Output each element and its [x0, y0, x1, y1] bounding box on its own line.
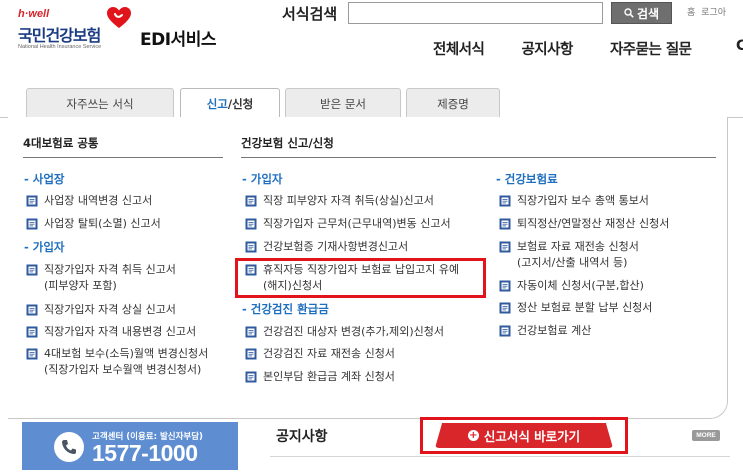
section-heading: - 가입자 [242, 172, 283, 186]
section-heading: - 건강보험료 [496, 172, 558, 186]
phone-badge [54, 432, 84, 462]
tab-frequent-forms[interactable]: 자주쓰는 서식 [26, 88, 174, 118]
form-link[interactable]: 직장가입자 보수 총액 통보서 [499, 193, 649, 209]
heart-logo-icon [107, 7, 131, 28]
document-icon [245, 371, 257, 383]
form-link[interactable]: 사업장 탈퇴(소멸) 신고서 [26, 216, 161, 232]
site-header: h·well 국민건강보험 National Health Insurance … [0, 0, 743, 78]
search-button-label: 검색 [636, 6, 660, 21]
call-center-number: 1577-1000 [92, 440, 198, 466]
form-link[interactable]: 직장가입자 자격 내용변경 신고서 [26, 324, 196, 340]
section-heading: - 가입자 [24, 240, 65, 254]
phone-icon [62, 440, 76, 454]
divider [270, 456, 730, 457]
nav-extra[interactable]: C [736, 38, 743, 54]
tab-label: 제증명 [437, 96, 469, 111]
more-button[interactable]: MORE [692, 430, 720, 441]
nav-notices[interactable]: 공지사항 [521, 38, 573, 59]
logo-name-text: 국민건강보험 [18, 26, 101, 45]
form-shortcut-button[interactable]: + 신고서식 바로가기 [435, 423, 613, 448]
form-link[interactable]: 건강보험증 기재사항변경신고서 [245, 239, 408, 255]
form-shortcut-highlight[interactable]: + 신고서식 바로가기 [420, 417, 628, 454]
document-icon [26, 348, 38, 360]
form-link[interactable]: 본인부담 환급금 계좌 신청서 [245, 369, 395, 385]
document-icon [499, 325, 511, 337]
highlight-annotation [235, 258, 486, 298]
document-icon [26, 218, 38, 230]
form-link[interactable]: 직장가입자 자격 상실 신고서 [26, 302, 176, 318]
right-column-title: 건강보험 신고/신청 [241, 136, 334, 150]
document-icon [245, 348, 257, 360]
search-button[interactable]: 검색 [611, 2, 672, 24]
tab-received-docs[interactable]: 받은 문서 [285, 88, 401, 118]
document-icon [26, 326, 38, 338]
document-icon [26, 304, 38, 316]
divider [23, 157, 223, 158]
logo-hwell-text: h·well [18, 8, 50, 20]
notice-title: 공지사항 [276, 429, 328, 445]
login-link[interactable]: 로그아 [701, 8, 726, 18]
form-link[interactable]: 직장가입자 근무처(근무내역)변동 신고서 [245, 216, 451, 232]
divider [241, 157, 716, 158]
search-label: 서식검색 [282, 5, 338, 23]
tab-label: 자주쓰는 서식 [66, 96, 134, 111]
form-link[interactable]: 사업장 내역변경 신고서 [26, 193, 152, 209]
left-column-title: 4대보험료 공통 [23, 136, 99, 150]
document-icon [499, 241, 511, 253]
document-icon [499, 280, 511, 292]
form-link[interactable]: 건강검진 자료 재전송 신청서 [245, 346, 395, 362]
document-icon [499, 195, 511, 207]
document-icon [245, 326, 257, 338]
home-link[interactable]: 홈 [687, 8, 695, 18]
logo-english-text: National Health Insurance Service [18, 44, 102, 50]
tab-certificates[interactable]: 제증명 [406, 88, 500, 118]
form-link[interactable]: 건강보험료 계산 [499, 323, 591, 339]
document-icon [499, 302, 511, 314]
document-icon [499, 218, 511, 230]
call-center-banner[interactable]: 고객센터 (이용료: 발신자부담) 1577-1000 [22, 422, 238, 470]
section-heading: - 사업장 [24, 172, 65, 186]
nav-faq[interactable]: 자주묻는 질문 [610, 38, 692, 59]
form-link[interactable]: 건강검진 대상자 변경(추가,제외)신청서 [245, 324, 444, 340]
document-icon [245, 218, 257, 230]
search-input[interactable] [348, 2, 603, 24]
service-title: EDI서비스 [140, 30, 216, 50]
nav-all-forms[interactable]: 전체서식 [433, 38, 485, 59]
document-icon [245, 241, 257, 253]
form-link[interactable]: 퇴직정산/연말정산 재정산 신청서 [499, 216, 669, 232]
global-nav: 전체서식 공지사항 자주묻는 질문 [433, 38, 702, 59]
document-icon [26, 264, 38, 276]
form-link[interactable]: 정산 보험료 분할 납부 신청서 [499, 300, 652, 316]
form-link[interactable]: 직장가입자 자격 취득 신고서 (피부양자 포함) [26, 262, 176, 294]
form-shortcut-label: 신고서식 바로가기 [483, 429, 581, 444]
search-icon [624, 8, 634, 18]
section-heading: - 건강검진 환급금 [242, 302, 329, 316]
nhis-logo[interactable]: h·well 국민건강보험 National Health Insurance … [18, 6, 138, 56]
tab-label-sub: /신청 [227, 97, 254, 111]
tab-label-main: 신고 [206, 97, 228, 111]
document-icon [26, 195, 38, 207]
utility-links: 홈 로그아 [687, 5, 729, 18]
plus-icon: + [467, 430, 479, 441]
tab-label: 받은 문서 [320, 96, 366, 111]
form-link[interactable]: 자동이체 신청서(구분,합산) [499, 278, 644, 294]
form-link[interactable]: 보험료 자료 재전송 신청서 (고지서/산출 내역서 등) [499, 239, 639, 271]
form-link[interactable]: 직장 피부양자 자격 취득(상실)신고서 [245, 193, 434, 209]
tab-report-apply[interactable]: 신고/신청 [180, 88, 280, 119]
document-icon [245, 195, 257, 207]
form-link[interactable]: 4대보험 보수(소득)월액 변경신청서 (직장가입자 보수월액 변경신청서) [26, 346, 208, 378]
